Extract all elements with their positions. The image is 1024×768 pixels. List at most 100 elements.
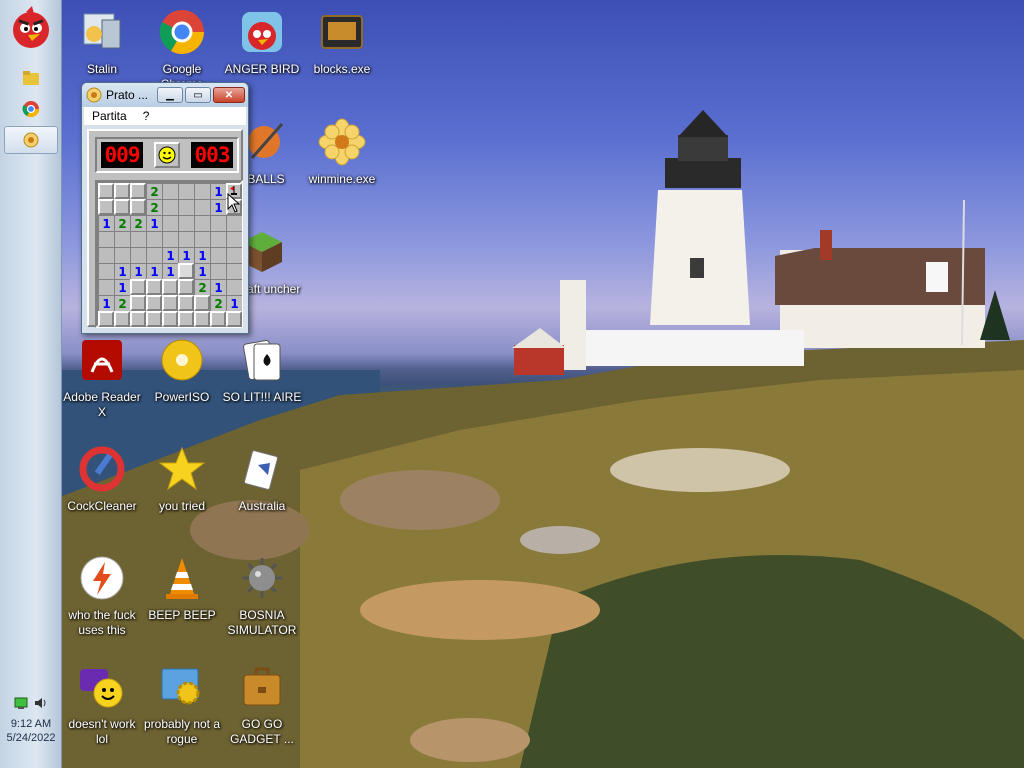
- desktop-icon-anger-bird[interactable]: ANGER BIRD: [222, 8, 302, 77]
- empty-cell[interactable]: [226, 231, 242, 247]
- number-cell[interactable]: 1: [114, 263, 130, 279]
- empty-cell[interactable]: [162, 231, 178, 247]
- number-cell[interactable]: 1: [162, 247, 178, 263]
- empty-cell[interactable]: [98, 263, 114, 279]
- number-cell[interactable]: 1: [114, 279, 130, 295]
- desktop-icon-australia[interactable]: Australia: [222, 445, 302, 514]
- network-icon[interactable]: [14, 696, 28, 710]
- desktop-icon-adobe-reader[interactable]: Adobe Reader X: [62, 336, 142, 420]
- clock-time[interactable]: 9:12 AM: [0, 718, 62, 730]
- number-cell[interactable]: 1: [98, 295, 114, 311]
- unrevealed-cell[interactable]: [146, 295, 162, 311]
- unrevealed-cell[interactable]: [162, 279, 178, 295]
- desktop-icon-flash[interactable]: who the fuck uses this: [62, 554, 142, 638]
- desktop-icon-bosnia-simulator[interactable]: BOSNIA SIMULATOR: [222, 554, 302, 638]
- empty-cell[interactable]: [194, 199, 210, 215]
- empty-cell[interactable]: [98, 231, 114, 247]
- empty-cell[interactable]: [130, 231, 146, 247]
- unrevealed-cell[interactable]: [210, 311, 226, 327]
- empty-cell[interactable]: [210, 231, 226, 247]
- empty-cell[interactable]: [114, 247, 130, 263]
- unrevealed-cell[interactable]: [130, 279, 146, 295]
- number-cell[interactable]: 2: [146, 183, 162, 199]
- unrevealed-cell[interactable]: [162, 311, 178, 327]
- empty-cell[interactable]: [194, 183, 210, 199]
- empty-cell[interactable]: [98, 247, 114, 263]
- unrevealed-cell[interactable]: [130, 199, 146, 215]
- unrevealed-cell[interactable]: [178, 311, 194, 327]
- number-cell[interactable]: 1: [98, 215, 114, 231]
- empty-cell[interactable]: [226, 279, 242, 295]
- unrevealed-cell[interactable]: [130, 311, 146, 327]
- number-cell[interactable]: 2: [146, 199, 162, 215]
- number-cell[interactable]: 1: [146, 263, 162, 279]
- empty-cell[interactable]: [178, 215, 194, 231]
- mine-field[interactable]: 21211221111111111211221: [95, 180, 243, 328]
- empty-cell[interactable]: [114, 231, 130, 247]
- clock-date[interactable]: 5/24/2022: [0, 732, 62, 744]
- empty-cell[interactable]: [162, 199, 178, 215]
- start-button[interactable]: [8, 6, 54, 50]
- empty-cell[interactable]: [178, 231, 194, 247]
- desktop-icon-winmine[interactable]: winmine.exe: [302, 118, 382, 187]
- empty-cell[interactable]: [130, 247, 146, 263]
- unrevealed-cell[interactable]: [98, 199, 114, 215]
- empty-cell[interactable]: [226, 215, 242, 231]
- minimize-button[interactable]: ▁: [157, 87, 183, 103]
- empty-cell[interactable]: [178, 183, 194, 199]
- number-cell[interactable]: 1: [210, 279, 226, 295]
- taskbar-item-minesweeper[interactable]: [4, 126, 58, 154]
- unrevealed-cell[interactable]: [146, 279, 162, 295]
- unrevealed-cell[interactable]: [162, 295, 178, 311]
- number-cell[interactable]: 1: [210, 199, 226, 215]
- empty-cell[interactable]: [178, 199, 194, 215]
- unrevealed-cell[interactable]: [114, 183, 130, 199]
- maximize-button[interactable]: ▭: [185, 87, 211, 103]
- empty-cell[interactable]: [162, 215, 178, 231]
- number-cell[interactable]: 2: [194, 279, 210, 295]
- unrevealed-cell[interactable]: [178, 279, 194, 295]
- desktop-icon-yahoo[interactable]: doesn't work lol: [62, 663, 142, 747]
- empty-cell[interactable]: [226, 247, 242, 263]
- empty-cell[interactable]: [146, 231, 162, 247]
- empty-cell[interactable]: [162, 183, 178, 199]
- volume-icon[interactable]: [34, 696, 48, 710]
- empty-cell[interactable]: [194, 215, 210, 231]
- menu-help[interactable]: ?: [143, 109, 150, 123]
- unrevealed-cell[interactable]: [194, 295, 210, 311]
- unrevealed-cell[interactable]: [130, 183, 146, 199]
- number-cell[interactable]: 2: [210, 295, 226, 311]
- desktop-icon-go-go-gadget[interactable]: GO GO GADGET ...: [222, 663, 302, 747]
- hovered-cell[interactable]: [178, 263, 194, 279]
- unrevealed-cell[interactable]: [226, 311, 242, 327]
- unrevealed-cell[interactable]: [98, 183, 114, 199]
- desktop-icon-cockcleaner[interactable]: CockCleaner: [62, 445, 142, 514]
- unrevealed-cell[interactable]: [114, 311, 130, 327]
- desktop-icon-blocks[interactable]: blocks.exe: [302, 8, 382, 77]
- empty-cell[interactable]: [226, 263, 242, 279]
- empty-cell[interactable]: [98, 279, 114, 295]
- number-cell[interactable]: 1: [194, 247, 210, 263]
- desktop-icon-stalin[interactable]: Stalin: [62, 8, 142, 77]
- desktop-icon-you-tried[interactable]: you tried: [142, 445, 222, 514]
- empty-cell[interactable]: [210, 263, 226, 279]
- new-game-button[interactable]: [154, 142, 180, 168]
- unrevealed-cell[interactable]: [146, 311, 162, 327]
- taskbar-item-explorer[interactable]: [4, 64, 58, 92]
- number-cell[interactable]: 2: [130, 215, 146, 231]
- menu-partita[interactable]: Partita: [92, 109, 127, 123]
- unrevealed-cell[interactable]: [178, 295, 194, 311]
- taskbar-item-chrome[interactable]: [4, 95, 58, 123]
- number-cell[interactable]: 1: [178, 247, 194, 263]
- unrevealed-cell[interactable]: [114, 199, 130, 215]
- number-cell[interactable]: 1: [130, 263, 146, 279]
- unrevealed-cell[interactable]: [130, 295, 146, 311]
- empty-cell[interactable]: [210, 215, 226, 231]
- desktop-icon-solitaire[interactable]: SO LIT!!! AIRE: [222, 336, 302, 405]
- empty-cell[interactable]: [210, 247, 226, 263]
- unrevealed-cell[interactable]: [194, 311, 210, 327]
- empty-cell[interactable]: [146, 247, 162, 263]
- number-cell[interactable]: 1: [210, 183, 226, 199]
- number-cell[interactable]: 2: [114, 295, 130, 311]
- number-cell[interactable]: 1: [194, 263, 210, 279]
